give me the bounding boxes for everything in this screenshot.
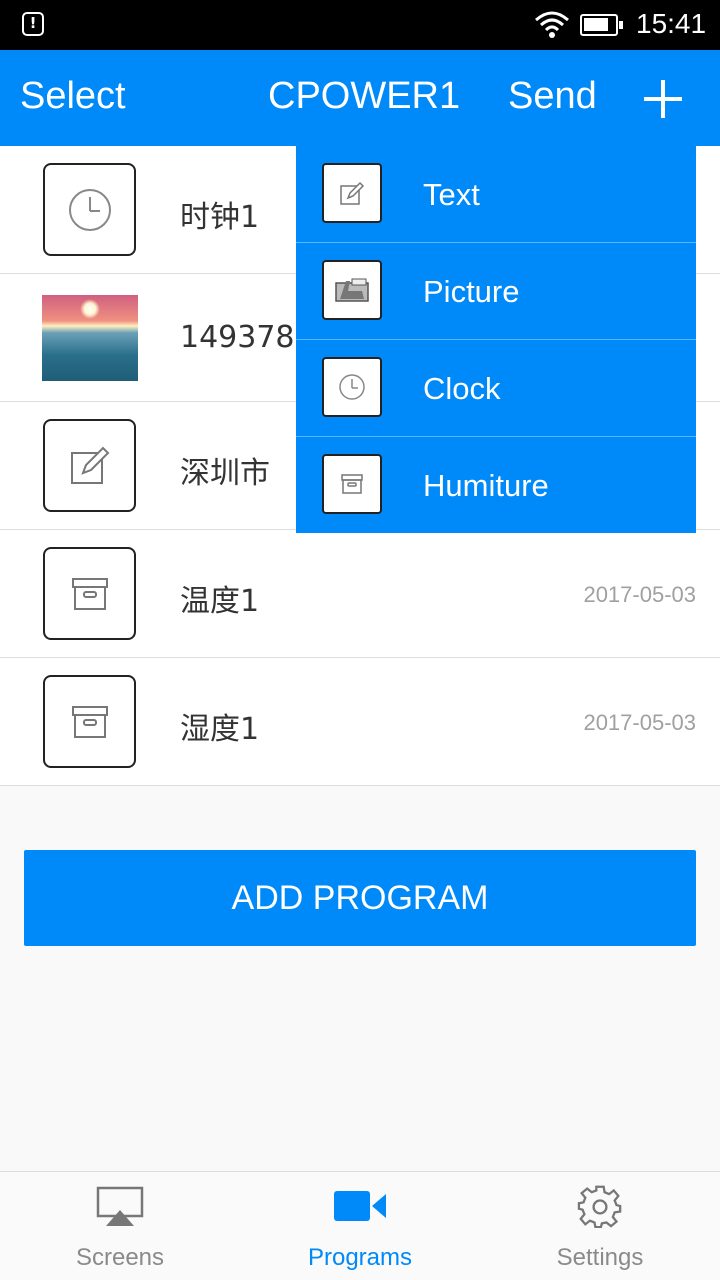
edit-icon (43, 419, 136, 512)
select-button[interactable]: Select (20, 75, 126, 118)
menu-item-clock[interactable]: Clock (296, 340, 696, 437)
menu-item-picture[interactable]: Picture (296, 243, 696, 340)
menu-item-label: Clock (423, 371, 501, 406)
alert-icon: ! (22, 12, 44, 36)
wifi-icon (535, 11, 569, 38)
menu-item-label: Humiture (423, 468, 549, 503)
status-bar: ! 15:41 (0, 0, 720, 50)
status-time: 15:41 (636, 8, 707, 39)
send-button[interactable]: Send (508, 75, 597, 118)
cast-screen-icon (96, 1186, 144, 1226)
program-name: 温度1 (180, 584, 260, 619)
program-row[interactable]: 湿度1 2017-05-03 (0, 658, 720, 786)
battery-icon (580, 14, 623, 36)
nav-label: Settings (556, 1244, 644, 1271)
program-name: 深圳市 (180, 456, 270, 491)
clock-icon (322, 357, 382, 417)
program-date: 2017-05-03 (583, 710, 696, 735)
program-row[interactable]: 温度1 2017-05-03 (0, 530, 720, 658)
nav-programs[interactable]: Programs (240, 1172, 480, 1280)
screen-title: CPOWER1 (268, 75, 461, 117)
add-item-menu: Text Picture Clock Humiture (296, 146, 696, 533)
nav-screens[interactable]: Screens (0, 1172, 240, 1280)
clock-icon (43, 163, 136, 256)
program-name: 湿度1 (180, 712, 260, 747)
program-date: 2017-05-03 (583, 582, 696, 607)
program-name: 时钟1 (180, 200, 260, 235)
archive-box-icon (322, 454, 382, 514)
gear-icon (577, 1185, 622, 1228)
picture-icon (322, 260, 382, 320)
nav-label: Programs (307, 1244, 413, 1271)
archive-box-icon (43, 675, 136, 768)
sunset-photo (42, 295, 138, 381)
archive-box-icon (43, 547, 136, 640)
edit-icon (322, 163, 382, 223)
bottom-nav: Screens Programs Settings (0, 1171, 720, 1280)
menu-item-label: Text (423, 177, 480, 212)
add-program-button[interactable]: ADD PROGRAM (24, 850, 696, 946)
menu-item-humiture[interactable]: Humiture (296, 437, 696, 533)
nav-label: Screens (75, 1244, 165, 1271)
menu-item-text[interactable]: Text (296, 146, 696, 243)
menu-item-label: Picture (423, 274, 520, 309)
add-icon[interactable] (642, 78, 684, 120)
nav-settings[interactable]: Settings (480, 1172, 720, 1280)
video-camera-icon (334, 1191, 386, 1221)
app-bar: Select CPOWER1 Send (0, 50, 720, 146)
